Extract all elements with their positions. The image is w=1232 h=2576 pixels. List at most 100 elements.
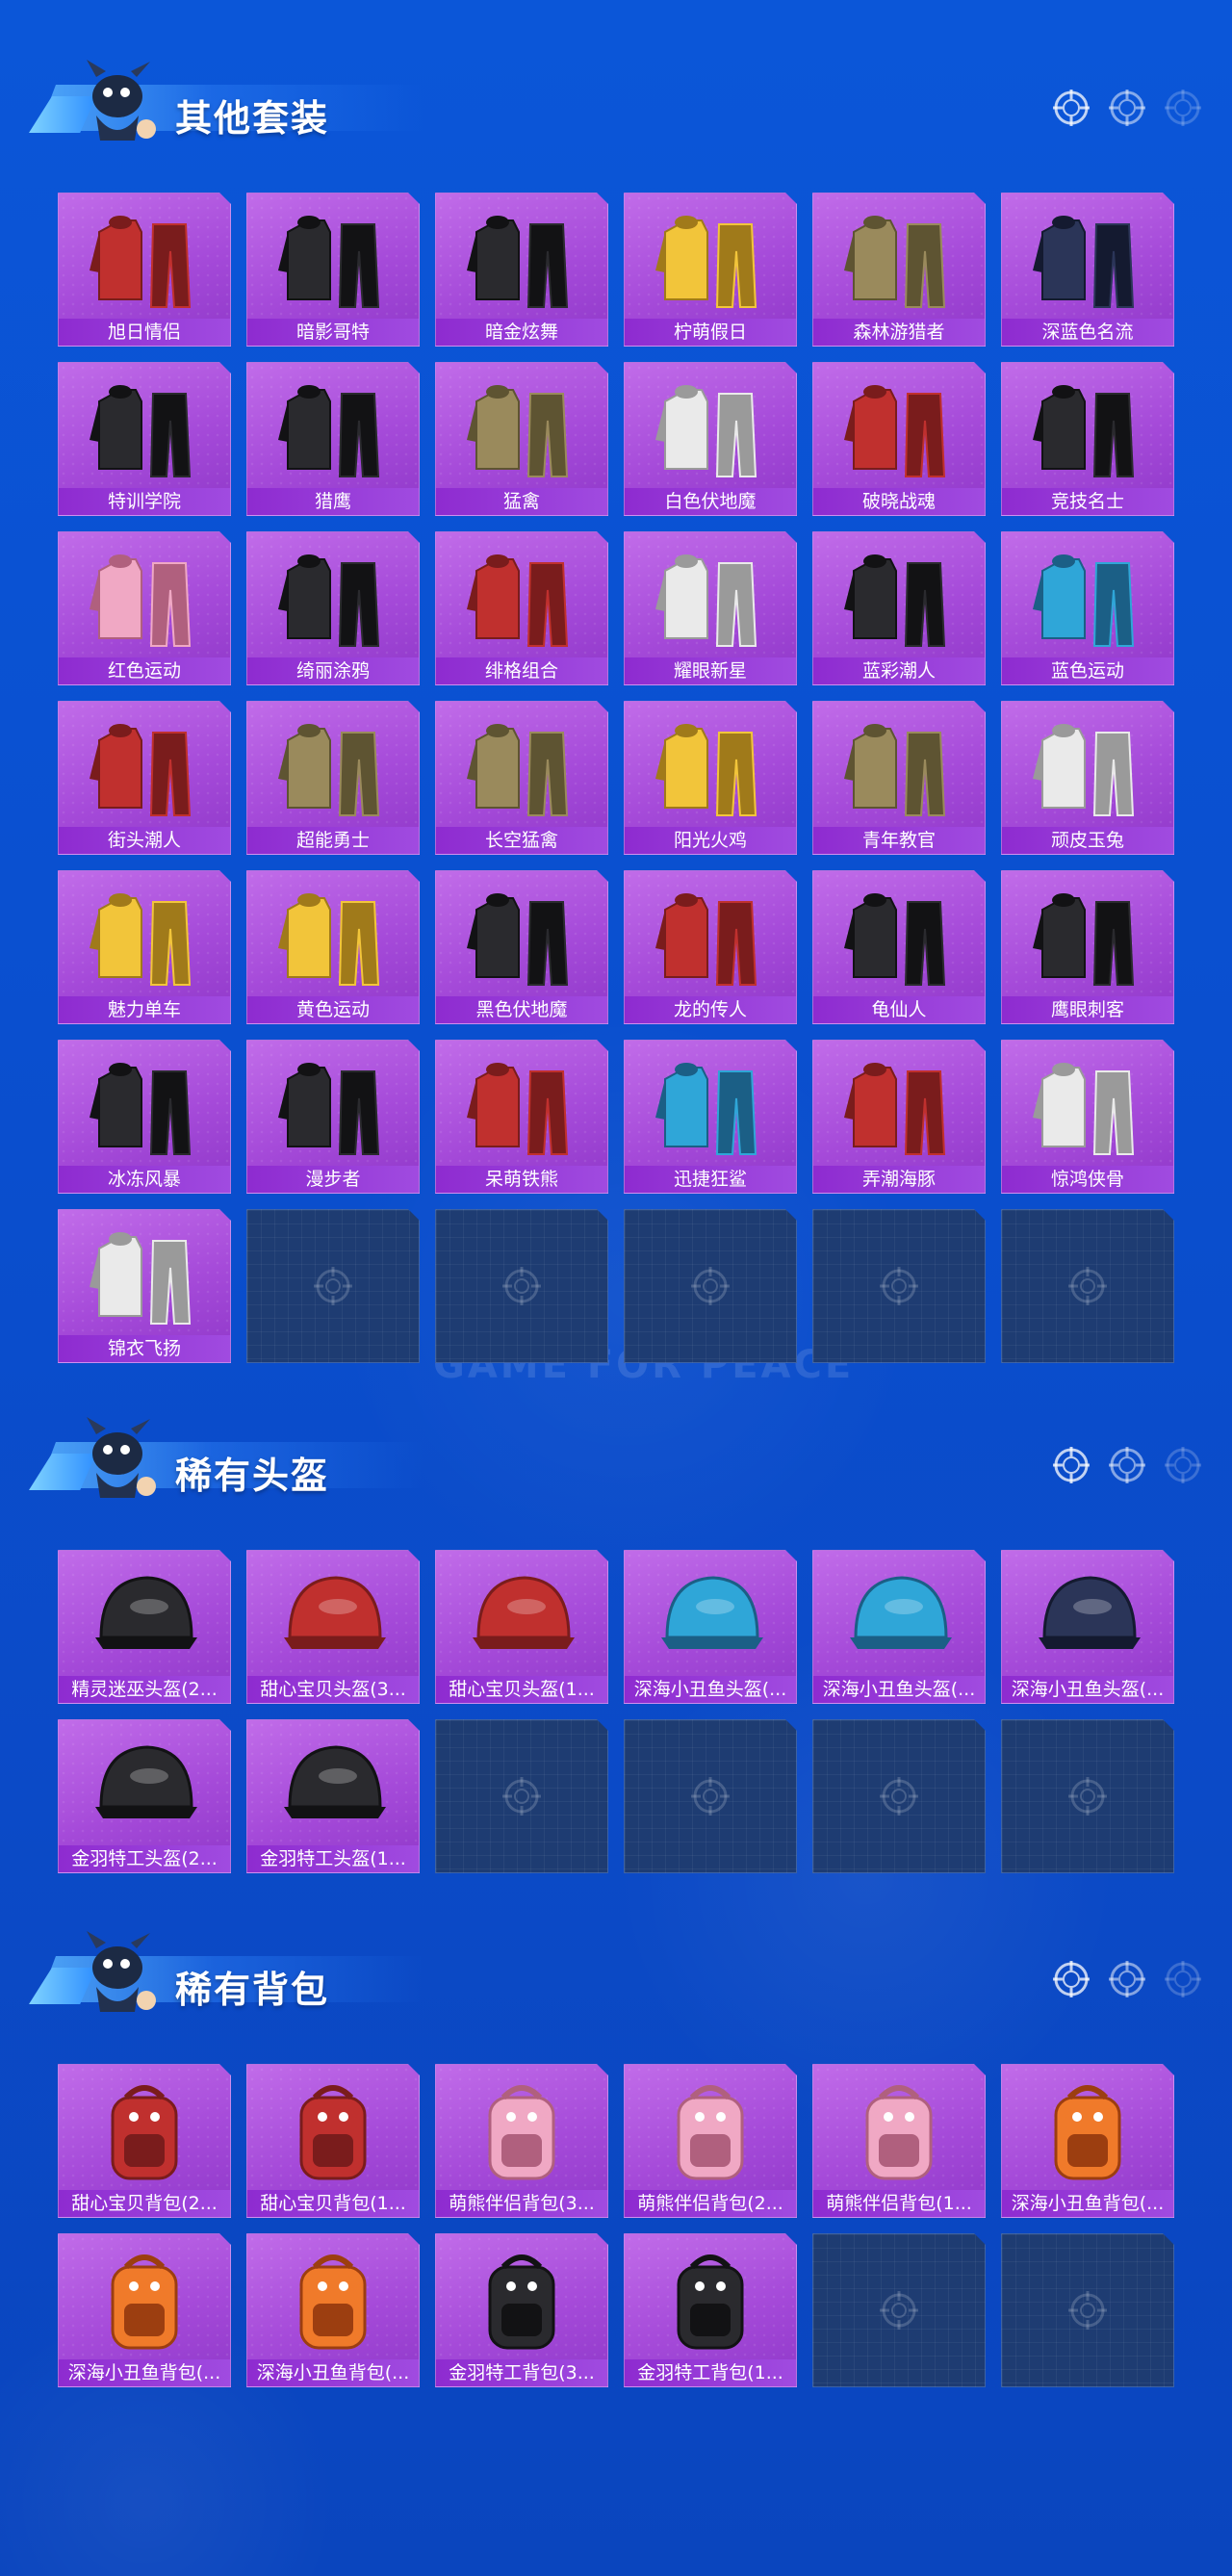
item-label: 竞技名士 [1002, 488, 1173, 515]
item-card[interactable]: 金羽特工背包(3... [435, 2233, 608, 2387]
item-card[interactable]: 黄色运动 [246, 870, 420, 1024]
item-label: 鹰眼刺客 [1002, 996, 1173, 1023]
item-card[interactable]: 暗影哥特 [246, 193, 420, 347]
item-card[interactable]: 旭日情侣 [58, 193, 231, 347]
item-label: 呆萌铁熊 [436, 1166, 607, 1193]
item-label: 绮丽涂鸦 [247, 657, 419, 684]
item-card[interactable]: 深海小丑鱼头盔(... [812, 1550, 986, 1704]
item-card[interactable]: 龙的传人 [624, 870, 797, 1024]
empty-slot [812, 1209, 986, 1363]
item-label: 深海小丑鱼头盔(... [625, 1676, 796, 1703]
item-label: 破晓战魂 [813, 488, 985, 515]
item-card[interactable]: 锦衣飞扬 [58, 1209, 231, 1363]
outfit-icon [844, 216, 946, 308]
item-card[interactable]: 深蓝色名流 [1001, 193, 1174, 347]
item-card[interactable]: 金羽特工头盔(2... [58, 1719, 231, 1873]
mascot-icon [87, 1417, 156, 1498]
item-card[interactable]: 金羽特工背包(1... [624, 2233, 797, 2387]
item-label: 白色伏地魔 [625, 488, 796, 515]
item-card[interactable]: 长空猛禽 [435, 701, 608, 855]
outfit-icon [1033, 1063, 1135, 1155]
item-card[interactable]: 猎鹰 [246, 362, 420, 516]
item-label: 深蓝色名流 [1002, 319, 1173, 346]
crosshair-icon [1165, 1961, 1201, 1997]
crosshair-icon [1068, 1777, 1107, 1816]
item-card[interactable]: 白色伏地魔 [624, 362, 797, 516]
item-card[interactable]: 阳光火鸡 [624, 701, 797, 855]
outfit-icon [90, 893, 192, 986]
item-card[interactable]: 竞技名士 [1001, 362, 1174, 516]
empty-slot [812, 2233, 986, 2387]
item-card[interactable]: 耀眼新星 [624, 531, 797, 685]
item-label: 绯格组合 [436, 657, 607, 684]
item-grid: 甜心宝贝背包(2... 甜心宝贝背包(1... 萌熊伴侣背包(3... 萌熊伴侣背包(… [58, 2064, 1174, 2387]
item-card[interactable]: 蓝彩潮人 [812, 531, 986, 685]
item-card[interactable]: 街头潮人 [58, 701, 231, 855]
item-card[interactable]: 红色运动 [58, 531, 231, 685]
item-card[interactable]: 漫步者 [246, 1040, 420, 1194]
item-card[interactable]: 萌熊伴侣背包(2... [624, 2064, 797, 2218]
crosshair-icon [1165, 90, 1201, 126]
item-card[interactable]: 绮丽涂鸦 [246, 531, 420, 685]
outfit-icon [844, 1063, 946, 1155]
item-card[interactable]: 深海小丑鱼头盔(... [624, 1550, 797, 1704]
crosshair-icon [880, 1267, 918, 1305]
item-card[interactable]: 猛禽 [435, 362, 608, 516]
item-card[interactable]: 绯格组合 [435, 531, 608, 685]
item-label: 金羽特工头盔(1... [247, 1845, 419, 1872]
item-card[interactable]: 金羽特工头盔(1... [246, 1719, 420, 1873]
helmet-icon [473, 1576, 575, 1649]
outfit-icon [467, 216, 569, 308]
item-card[interactable]: 柠萌假日 [624, 193, 797, 347]
item-card[interactable]: 萌熊伴侣背包(1... [812, 2064, 986, 2218]
item-card[interactable]: 破晓战魂 [812, 362, 986, 516]
item-card[interactable]: 鹰眼刺客 [1001, 870, 1174, 1024]
item-card[interactable]: 弄潮海豚 [812, 1040, 986, 1194]
item-card[interactable]: 深海小丑鱼背包(... [1001, 2064, 1174, 2218]
item-card[interactable]: 森林游猎者 [812, 193, 986, 347]
outfit-icon [655, 216, 757, 308]
item-label: 深海小丑鱼头盔(... [813, 1676, 985, 1703]
item-card[interactable]: 龟仙人 [812, 870, 986, 1024]
item-card[interactable]: 精灵迷巫头盔(2... [58, 1550, 231, 1704]
item-label: 猎鹰 [247, 488, 419, 515]
crosshair-icon [1053, 90, 1090, 126]
item-card[interactable]: 冰冻风暴 [58, 1040, 231, 1194]
item-card[interactable]: 萌熊伴侣背包(3... [435, 2064, 608, 2218]
item-card[interactable]: 深海小丑鱼背包(... [58, 2233, 231, 2387]
empty-slot [812, 1719, 986, 1873]
section-header: 其他套装 [29, 48, 1203, 164]
item-card[interactable]: 魅力单车 [58, 870, 231, 1024]
crosshair-icon [691, 1267, 730, 1305]
outfit-icon [1033, 216, 1135, 308]
item-card[interactable]: 深海小丑鱼背包(... [246, 2233, 420, 2387]
item-label: 超能勇士 [247, 827, 419, 854]
item-card[interactable]: 特训学院 [58, 362, 231, 516]
item-card[interactable]: 超能勇士 [246, 701, 420, 855]
outfit-icon [278, 216, 380, 308]
empty-slot [435, 1209, 608, 1363]
item-card[interactable]: 深海小丑鱼头盔(... [1001, 1550, 1174, 1704]
item-label: 锦衣飞扬 [59, 1335, 230, 1362]
item-card[interactable]: 惊鸿侠骨 [1001, 1040, 1174, 1194]
item-label: 特训学院 [59, 488, 230, 515]
item-card[interactable]: 甜心宝贝头盔(3... [246, 1550, 420, 1704]
item-card[interactable]: 甜心宝贝背包(1... [246, 2064, 420, 2218]
item-label: 萌熊伴侣背包(3... [436, 2190, 607, 2217]
item-card[interactable]: 甜心宝贝头盔(1... [435, 1550, 608, 1704]
item-card[interactable]: 顽皮玉兔 [1001, 701, 1174, 855]
item-card[interactable]: 甜心宝贝背包(2... [58, 2064, 231, 2218]
item-card[interactable]: 暗金炫舞 [435, 193, 608, 347]
item-card[interactable]: 迅捷狂鲨 [624, 1040, 797, 1194]
section-header: 稀有头盔 [29, 1405, 1203, 1521]
item-grid: 精灵迷巫头盔(2... 甜心宝贝头盔(3... 甜心宝贝头盔(1... 深海小丑鱼头盔… [58, 1550, 1174, 1873]
outfit-icon [467, 893, 569, 986]
item-card[interactable]: 黑色伏地魔 [435, 870, 608, 1024]
helmet-icon [95, 1576, 197, 1649]
crosshair-icon [1053, 1447, 1090, 1483]
item-card[interactable]: 蓝色运动 [1001, 531, 1174, 685]
empty-slot [1001, 2233, 1174, 2387]
target-icon-group [1051, 1958, 1203, 2000]
item-card[interactable]: 青年教官 [812, 701, 986, 855]
item-card[interactable]: 呆萌铁熊 [435, 1040, 608, 1194]
